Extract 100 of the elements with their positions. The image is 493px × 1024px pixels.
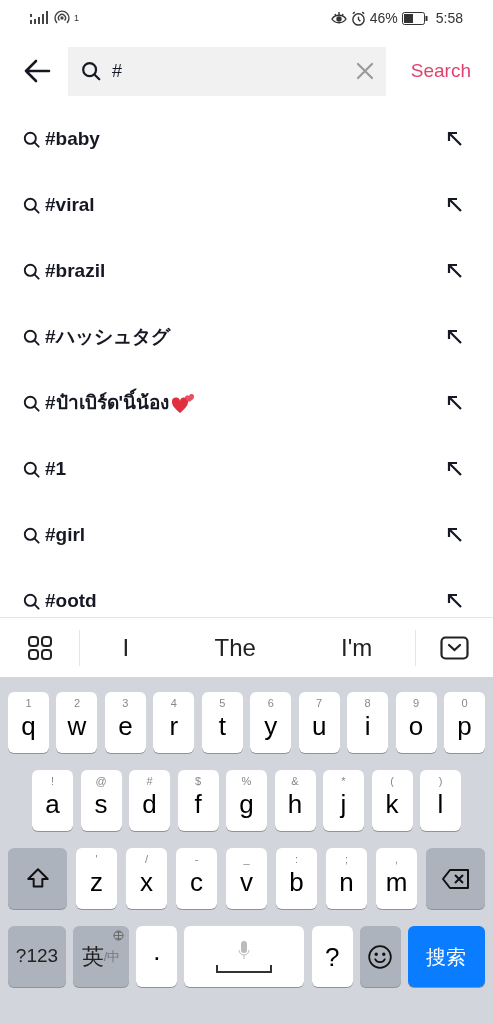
grid-icon[interactable]: [26, 634, 53, 661]
suggestion-item[interactable]: #1: [0, 436, 493, 502]
suggestion-item[interactable]: #brazil: [0, 238, 493, 304]
key-hint: 2: [73, 698, 80, 709]
fill-arrow-icon[interactable]: [447, 131, 463, 147]
keyboard-key[interactable]: 6 y: [250, 692, 292, 753]
word-suggestion[interactable]: The: [214, 629, 256, 666]
key-hint: %: [241, 776, 252, 787]
battery-icon: [401, 11, 428, 25]
suggestion-item[interactable]: #ハッシュタグ: [0, 304, 493, 370]
key-hint: (: [390, 776, 394, 787]
keyboard-key[interactable]: / x: [126, 848, 167, 909]
key-hint: 1: [25, 698, 32, 709]
suggestion-item[interactable]: #baby: [0, 106, 493, 172]
key-hint: ,: [394, 854, 399, 865]
search-icon: [22, 459, 41, 479]
key-hint: 6: [267, 698, 274, 709]
fill-arrow-icon[interactable]: [447, 197, 463, 213]
fill-arrow-icon[interactable]: [447, 593, 463, 609]
keyboard-key[interactable]: @ s: [80, 770, 122, 831]
keyboard-key[interactable]: : b: [276, 848, 317, 909]
keyboard-key[interactable]: ·: [136, 926, 178, 987]
key-hint: 5: [219, 698, 226, 709]
fill-arrow-icon[interactable]: [447, 527, 463, 543]
key-hint: ': [95, 854, 98, 865]
keyboard-key[interactable]: 0 p: [443, 692, 485, 753]
key-hint: ): [438, 776, 443, 787]
word-suggestion[interactable]: I: [122, 629, 130, 666]
globe-icon: [113, 930, 125, 941]
keyboard-key[interactable]: ( k: [371, 770, 413, 831]
key-hint: #: [146, 776, 153, 787]
keyboard-key[interactable]: ) l: [420, 770, 461, 831]
key-hint: $: [194, 776, 202, 787]
search-icon: [22, 129, 41, 149]
key-hint: 8: [364, 698, 371, 709]
keyboard-key[interactable]: # d: [129, 770, 170, 831]
keyboard-key[interactable]: 5 t: [201, 692, 243, 753]
keyboard-key[interactable]: ! a: [32, 770, 73, 831]
two-hearts-icon: [171, 392, 196, 414]
eye-icon: [330, 11, 347, 25]
key-hint: _: [243, 854, 250, 865]
key-hint: &: [291, 776, 299, 787]
keyboard-key[interactable]: - c: [176, 848, 217, 909]
suggestion-item[interactable]: #girl: [0, 502, 493, 568]
search-icon: [22, 195, 41, 215]
space-bar-icon: [216, 964, 273, 973]
search-button[interactable]: Search: [410, 56, 471, 86]
smiley-icon: [367, 943, 394, 970]
key-hint: ;: [344, 854, 349, 865]
clock-time: 5:58: [435, 8, 463, 28]
key-hint: 9: [412, 698, 420, 709]
keyboard-key[interactable]: ' z: [76, 848, 117, 909]
word-suggestion[interactable]: I'm: [341, 629, 373, 666]
fill-arrow-icon[interactable]: [447, 263, 463, 279]
signal-icon: [30, 11, 50, 25]
search-key[interactable]: 搜索: [407, 926, 485, 987]
keyboard-key[interactable]: * j: [323, 770, 364, 831]
suggestion-item[interactable]: #viral: [0, 172, 493, 238]
key-hint: -: [194, 854, 199, 865]
keyboard-key[interactable]: , m: [376, 848, 417, 909]
keyboard-key[interactable]: 8 i: [347, 692, 389, 753]
numbers-key[interactable]: ?123: [8, 926, 66, 987]
shift-key[interactable]: [8, 848, 67, 909]
keyboard-key[interactable]: 3 e: [104, 692, 146, 753]
emoji-key[interactable]: [359, 926, 401, 987]
search-icon: [22, 591, 41, 611]
keyboard-key[interactable]: ; n: [326, 848, 367, 909]
fill-arrow-icon[interactable]: [447, 461, 463, 477]
backspace-key[interactable]: [426, 848, 485, 909]
keyboard-key[interactable]: ?: [311, 926, 353, 987]
key-hint: :: [294, 854, 299, 865]
keyboard-key[interactable]: 7 u: [298, 692, 340, 753]
keyboard-key[interactable]: _ v: [226, 848, 267, 909]
keyboard-key[interactable]: $ f: [177, 770, 219, 831]
search-icon: [80, 60, 102, 82]
key-hint: 4: [170, 698, 177, 709]
keyboard-key[interactable]: 2 w: [56, 692, 98, 753]
hide-keyboard-icon[interactable]: [440, 635, 469, 660]
sim-number-label: 1: [74, 12, 79, 25]
key-hint: /: [144, 854, 149, 865]
key-hint: 3: [122, 698, 129, 709]
search-icon: [22, 525, 41, 545]
keyboard-key[interactable]: % g: [226, 770, 267, 831]
battery-percent: 46%: [369, 8, 398, 28]
key-hint: *: [341, 776, 346, 787]
search-icon: [22, 327, 41, 347]
search-icon: [22, 261, 41, 281]
key-hint: !: [50, 776, 55, 787]
keyboard-key[interactable]: 9 o: [395, 692, 437, 753]
fill-arrow-icon[interactable]: [447, 329, 463, 345]
suggestion-item[interactable]: #ป๋าเบิร์ด'นิ์น้อง: [0, 370, 493, 436]
key-hint: 7: [316, 698, 323, 709]
keyboard-key[interactable]: 1 q: [8, 692, 49, 753]
search-field[interactable]: #: [68, 46, 386, 96]
keyboard-key[interactable]: & h: [274, 770, 316, 831]
suggestion-item[interactable]: #ootd: [0, 568, 493, 617]
search-icon: [22, 393, 41, 413]
hotspot-icon: [54, 10, 70, 26]
keyboard-key[interactable]: 4 r: [153, 692, 195, 753]
fill-arrow-icon[interactable]: [447, 395, 463, 411]
